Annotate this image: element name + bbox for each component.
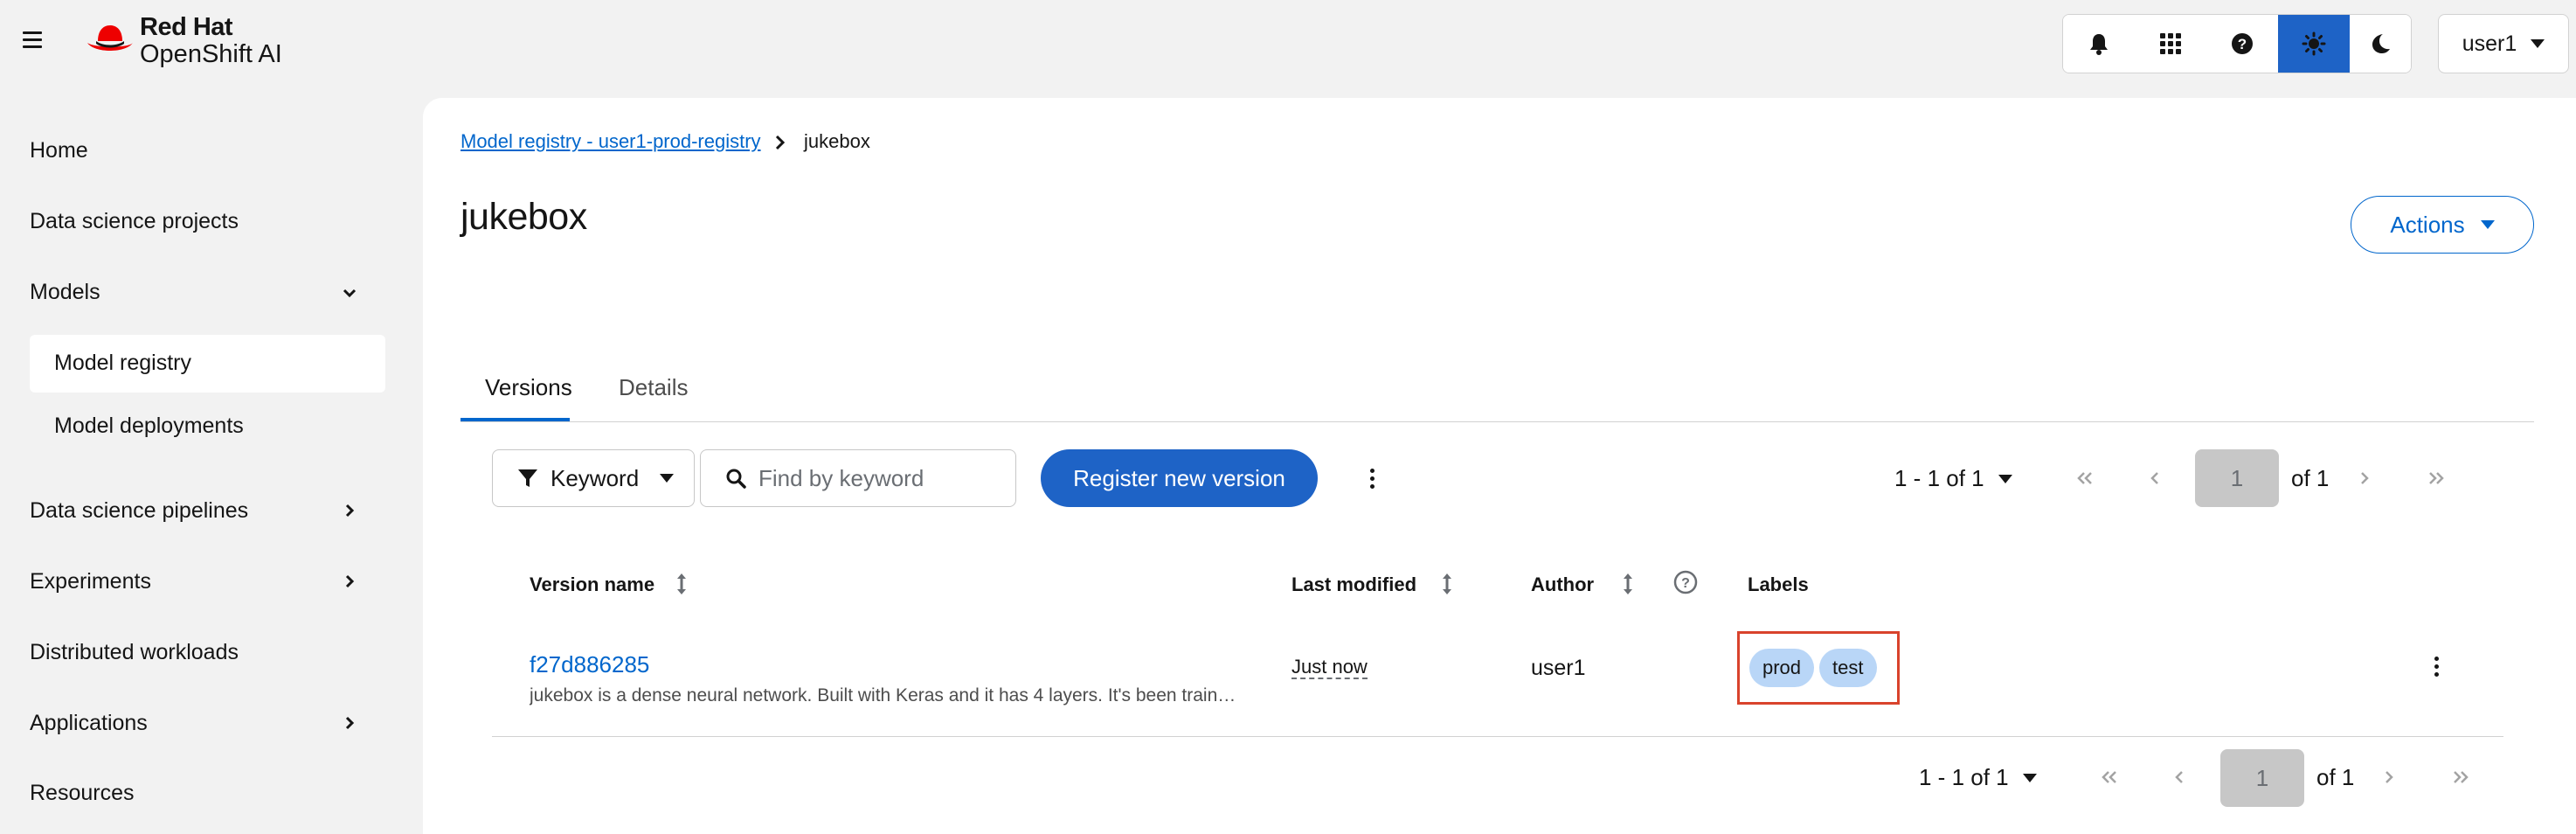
light-theme-button[interactable] [2278,15,2350,73]
pagination-count-toggle-bottom[interactable]: 1 - 1 of 1 [1919,764,2037,791]
svg-text:?: ? [1681,576,1690,591]
user-name: user1 [2462,31,2517,56]
filter-icon [518,469,537,487]
nav-applications[interactable]: Applications [30,711,148,736]
breadcrumb-current: jukebox [804,130,870,152]
label-chip: prod [1749,649,1815,687]
double-chevron-left-icon [2102,771,2116,783]
version-description: jukebox is a dense neural network. Built… [530,685,1237,705]
nav-experiments[interactable]: Experiments [30,569,151,594]
search-field[interactable] [700,449,1016,507]
chevron-right-icon [2361,472,2369,484]
actions-label: Actions [2390,211,2465,238]
author-value: user1 [1531,656,1586,680]
tab-details[interactable]: Details [619,374,688,401]
last-page-button-bottom[interactable] [2443,760,2478,795]
last-modified-value[interactable]: Just now [1291,657,1368,679]
chevron-right-icon[interactable] [341,573,358,590]
column-header-version-name[interactable]: Version name [530,573,654,596]
register-new-version-button[interactable]: Register new version [1041,449,1318,507]
red-hat-logo-icon [87,25,133,51]
sun-icon [2302,31,2326,56]
chevron-right-icon [2386,771,2393,783]
pagination-count-toggle[interactable]: 1 - 1 of 1 [1894,465,2012,492]
menu-icon[interactable] [23,31,42,49]
caret-down-icon [2022,773,2037,782]
dark-theme-button[interactable] [2350,15,2411,73]
brand-logo[interactable]: Red Hat OpenShift AI [86,14,282,68]
app-grid-icon [2160,33,2181,54]
last-page-button[interactable] [2419,461,2454,496]
nav-home[interactable]: Home [30,138,88,163]
double-chevron-right-icon [2454,771,2469,783]
user-menu-toggle[interactable]: user1 [2438,14,2569,73]
previous-page-button-bottom[interactable] [2162,760,2197,795]
double-chevron-left-icon [2077,472,2092,484]
help-button[interactable]: ? [2206,15,2278,73]
breadcrumb-parent-link[interactable]: Model registry - user1-prod-registry [460,130,761,153]
chevron-left-icon [2175,771,2183,783]
sort-icon[interactable] [1441,573,1453,595]
current-page-input[interactable]: 1 [2195,449,2279,507]
chevron-right-icon[interactable] [341,714,358,732]
nav-model-deployments[interactable]: Model deployments [54,414,244,439]
help-icon: ? [2232,33,2253,54]
current-page-input-bottom[interactable]: 1 [2220,749,2304,807]
toolbar-kebab-menu-icon[interactable] [1363,463,1381,493]
nav-distributed-workloads[interactable]: Distributed workloads [30,640,239,665]
moon-icon [2372,34,2390,53]
sort-icon[interactable] [1622,573,1634,595]
search-input[interactable] [758,464,994,492]
chevron-left-icon [2150,472,2158,484]
chevron-right-icon[interactable] [341,502,358,519]
double-chevron-right-icon [2429,472,2444,484]
pagination-count: 1 - 1 of 1 [1919,764,2009,790]
caret-down-icon [660,474,675,483]
filter-type-label: Keyword [551,464,640,491]
app-launcher-button[interactable] [2135,15,2206,73]
pagination-of-total-bottom: of 1 [2316,764,2355,790]
row-divider [492,736,2503,737]
first-page-button-bottom[interactable] [2092,760,2127,795]
pagination-of-total: of 1 [2291,465,2330,491]
column-header-author[interactable]: Author [1531,573,1594,596]
labels-cell: prod test [1737,631,1900,705]
caret-down-icon [1998,474,2012,483]
chevron-down-icon[interactable] [341,284,358,302]
chevron-right-icon [775,135,786,150]
column-header-labels: Labels [1748,573,1809,595]
pagination-count: 1 - 1 of 1 [1894,465,1984,491]
caret-down-icon [2531,39,2545,48]
next-page-button-bottom[interactable] [2372,760,2406,795]
svg-text:?: ? [2238,36,2247,52]
tabs-divider [460,421,2534,422]
previous-page-button[interactable] [2137,461,2172,496]
bell-icon [2090,34,2108,55]
search-icon [726,469,746,489]
brand-name-line1: Red Hat [140,13,233,41]
filter-type-dropdown[interactable]: Keyword [492,449,695,507]
actions-dropdown-button[interactable]: Actions [2351,196,2534,254]
caret-down-icon [2480,220,2495,229]
help-circle-icon[interactable]: ? [1673,570,1698,594]
nav-models[interactable]: Models [30,280,100,305]
nav-data-science-pipelines[interactable]: Data science pipelines [30,498,248,524]
header-toolbar: ? [2062,14,2412,73]
notifications-button[interactable] [2063,15,2135,73]
row-kebab-menu-icon[interactable] [2427,651,2445,681]
first-page-button[interactable] [2067,461,2102,496]
active-tab-indicator [460,418,570,421]
tab-versions[interactable]: Versions [485,374,572,401]
nav-resources[interactable]: Resources [30,781,135,806]
next-page-button[interactable] [2347,461,2382,496]
nav-model-registry[interactable]: Model registry [54,351,191,376]
nav-data-science-projects[interactable]: Data science projects [30,209,239,234]
page-title: jukebox [460,196,587,238]
brand-name-line2: OpenShift AI [140,40,282,68]
sort-icon[interactable] [675,573,688,595]
version-name-link[interactable]: f27d886285 [530,651,649,678]
column-header-last-modified[interactable]: Last modified [1291,573,1416,596]
label-chip: test [1819,649,1877,687]
